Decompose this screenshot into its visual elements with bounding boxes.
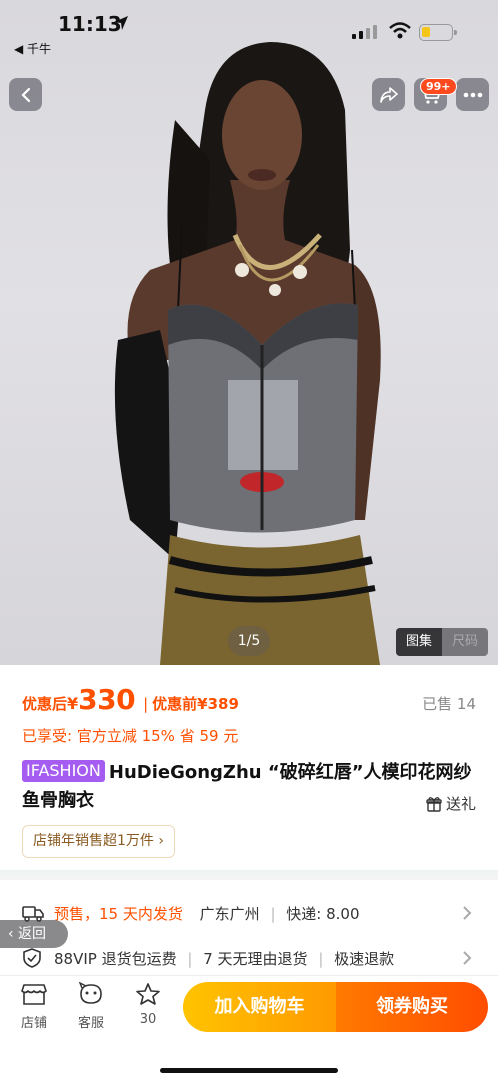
- chevron-left-icon: [20, 87, 30, 102]
- product-title: IFASHION HuDieGongZhu “破碎红唇”人模印花网纱鱼骨胸衣: [22, 759, 482, 815]
- shipping-origin: 广东广州: [199, 904, 260, 923]
- gallery-tabs: 图集 尺码: [396, 628, 488, 656]
- gift-icon: [426, 796, 442, 812]
- favorite-count: 30: [139, 1012, 157, 1027]
- section-divider: [0, 870, 498, 880]
- discount-line[interactable]: 已享受: 官方立减 15% 省 59 元: [22, 725, 238, 746]
- service-label: 客服: [77, 1016, 104, 1031]
- guarantee-fast-refund: 极速退款: [334, 949, 395, 968]
- battery-icon: [419, 24, 457, 41]
- share-button[interactable]: [372, 78, 405, 111]
- chevron-right-icon: [463, 951, 472, 965]
- location-arrow-icon: [114, 16, 128, 30]
- wifi-icon: [389, 22, 411, 39]
- store-label: 店铺: [20, 1016, 47, 1031]
- chevron-right-icon: [463, 906, 472, 920]
- shipping-fee: 快递: 8.00: [286, 904, 360, 923]
- store-button[interactable]: 店铺: [14, 982, 54, 1031]
- currency-symbol: ¥: [67, 694, 79, 713]
- home-indicator: [160, 1068, 338, 1073]
- buy-with-coupon-button[interactable]: 领券购买: [336, 982, 488, 1032]
- status-bar: 11:13 ◀ 千牛: [0, 0, 498, 62]
- more-dots-icon: [463, 92, 482, 97]
- add-to-cart-button[interactable]: 加入购物车: [183, 982, 336, 1032]
- store-sales-tag[interactable]: 店铺年销售超1万件 ›: [22, 825, 175, 858]
- image-counter: 1/5: [228, 626, 270, 656]
- share-icon: [379, 86, 398, 103]
- shield-check-icon: [23, 948, 41, 968]
- price-after-value: 330: [78, 683, 136, 716]
- shipping-info: 预售，15 天内发货 广东广州 | 快递: 8.00: [54, 904, 360, 923]
- store-icon: [21, 984, 47, 1005]
- tab-size[interactable]: 尺码: [442, 628, 488, 656]
- guarantee-info: 88VIP 退货包运费 | 7 天无理由退货 | 极速退款: [54, 949, 395, 968]
- favorite-button[interactable]: 30: [128, 982, 168, 1027]
- presale-text: 预售，15 天内发货: [54, 904, 183, 923]
- product-info-section: 优惠后 ¥ 330 | 优惠前¥389 已售 14 已享受: 官方立减 15% …: [0, 665, 498, 875]
- price-before: 优惠前¥389: [152, 695, 239, 713]
- service-face-icon: [78, 981, 102, 1004]
- gift-button[interactable]: 送礼: [426, 793, 476, 814]
- guarantee-row[interactable]: 88VIP 退货包运费 | 7 天无理由退货 | 极速退款: [0, 936, 498, 980]
- return-button[interactable]: ‹ 返回: [0, 920, 68, 948]
- price-row: 优惠后 ¥ 330 | 优惠前¥389: [22, 683, 239, 716]
- price-after-label: 优惠后: [22, 695, 68, 713]
- gift-label: 送礼: [445, 795, 476, 813]
- guarantee-88vip: 88VIP 退货包运费: [54, 949, 177, 968]
- shipping-row[interactable]: 预售，15 天内发货 广东广州 | 快递: 8.00: [0, 891, 498, 935]
- back-button[interactable]: [9, 78, 42, 111]
- tab-gallery[interactable]: 图集: [396, 628, 442, 656]
- back-to-app-link[interactable]: ◀ 千牛: [14, 40, 51, 57]
- customer-service-button[interactable]: 客服: [71, 981, 111, 1031]
- star-icon: [136, 983, 160, 1005]
- brand-tag: IFASHION: [22, 760, 105, 782]
- price-separator: |: [143, 695, 149, 713]
- sold-count: 已售 14: [422, 695, 476, 713]
- more-button[interactable]: [456, 78, 489, 111]
- cart-count-badge: 99+: [420, 78, 457, 95]
- guarantee-7day: 7 天无理由退货: [203, 949, 308, 968]
- cellular-signal-icon: [352, 25, 377, 39]
- bottom-action-bar: 店铺 客服 30 加入购物车 领券购买: [0, 975, 498, 1080]
